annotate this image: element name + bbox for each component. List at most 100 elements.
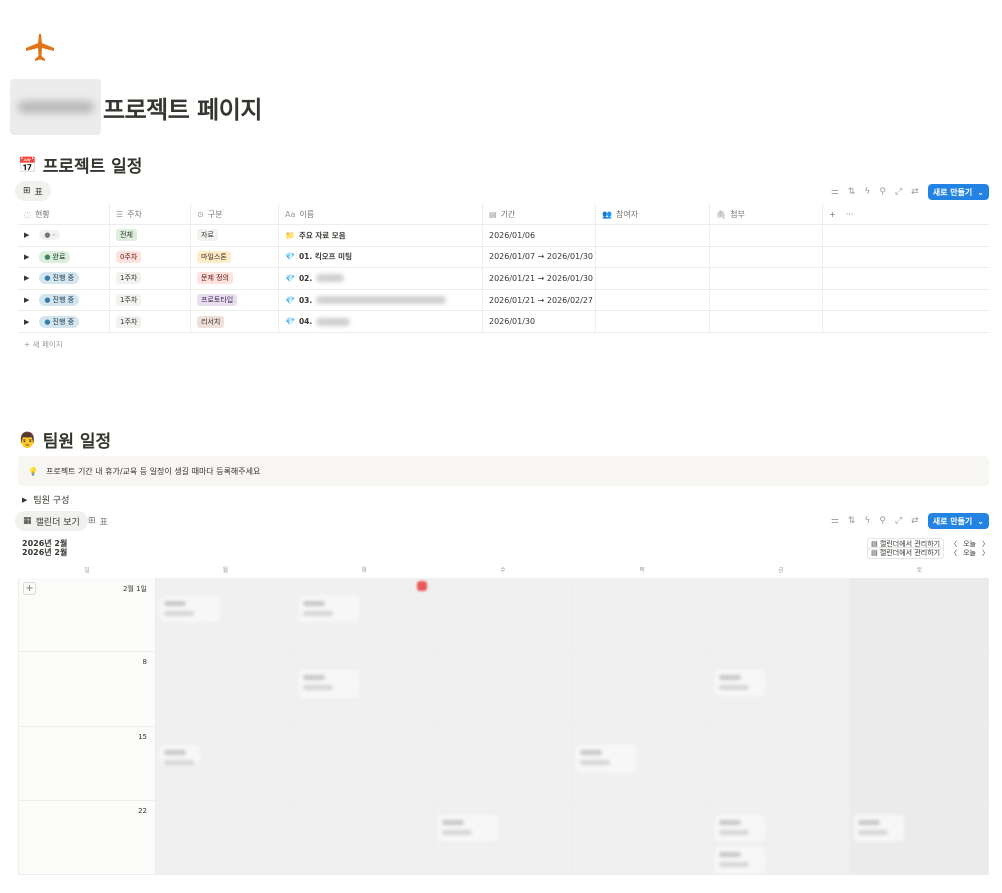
row-attach[interactable] xyxy=(710,289,823,311)
calendar-day[interactable] xyxy=(433,578,573,653)
add-event-button[interactable]: + xyxy=(23,582,36,595)
week-tag[interactable]: 1주차 xyxy=(116,272,142,285)
category-tag[interactable]: 문제 정의 xyxy=(197,272,233,285)
row-name[interactable]: 01. 킥오프 미팅 xyxy=(299,251,352,262)
sort-icon[interactable]: ⇅ xyxy=(848,516,856,526)
table-row[interactable]: ▶ ● 완료 0주차 마일스톤 💎 01. 킥오프 미팅 2026/01/07 → … xyxy=(18,246,989,269)
calendar-day[interactable] xyxy=(711,578,851,653)
toggle-triangle-icon[interactable]: ▶ xyxy=(22,496,27,504)
page-title[interactable]: 프로젝트 페이지 xyxy=(103,90,262,125)
tab-table[interactable]: ⊞ 표 xyxy=(15,181,51,201)
col-status[interactable]: ◌ 현황 xyxy=(18,204,110,224)
callout[interactable]: 💡 프로젝트 기간 내 휴가/교육 등 일정이 생길 때마다 등록해주세요 xyxy=(18,456,989,486)
event-card[interactable] xyxy=(715,814,766,841)
row-period[interactable]: 2026/01/21 → 2026/02/27 xyxy=(483,289,596,311)
row-period[interactable]: 2026/01/06 xyxy=(483,225,596,246)
status-badge[interactable]: ● 진행 중 xyxy=(39,315,80,328)
event-card[interactable] xyxy=(160,596,220,622)
table-row[interactable]: ▶ ● 진행 중 1주차 문제 정의 💎 02. 2026/01/21 → 2026… xyxy=(18,268,989,290)
calendar-day[interactable] xyxy=(850,726,989,801)
col-add[interactable]: + ··· xyxy=(823,204,989,224)
week-tag[interactable]: 0주차 xyxy=(116,250,142,263)
status-badge[interactable]: ● 진행 중 xyxy=(39,294,80,307)
event-card[interactable] xyxy=(298,670,359,699)
col-period[interactable]: ▤ 기간 xyxy=(483,204,596,224)
row-attach[interactable] xyxy=(710,268,823,289)
event-card[interactable] xyxy=(854,814,905,841)
week-tag[interactable]: 1주차 xyxy=(116,315,142,328)
col-week[interactable]: ☰ 주차 xyxy=(110,204,191,224)
table-row[interactable]: ▶ ● 진행 중 1주차 리서치 💎 04. 2026/01/30 xyxy=(18,311,989,333)
event-card[interactable] xyxy=(298,596,359,622)
calendar-day[interactable] xyxy=(294,652,434,727)
row-attach[interactable] xyxy=(710,246,823,268)
row-people[interactable] xyxy=(596,225,710,246)
calendar-day[interactable] xyxy=(711,726,851,801)
row-people[interactable] xyxy=(596,246,710,268)
calendar-day[interactable] xyxy=(572,578,712,653)
new-button[interactable]: 새로 만들기 ⌄ xyxy=(927,513,989,529)
calendar-day[interactable]: 15 xyxy=(18,726,156,801)
row-period[interactable]: 2026/01/07 → 2026/01/30 xyxy=(483,246,596,268)
calendar-day[interactable] xyxy=(156,726,295,801)
more-icon[interactable]: ··· xyxy=(846,210,854,219)
category-tag[interactable]: 프로토타입 xyxy=(197,294,238,307)
chevron-down-icon[interactable]: ⌄ xyxy=(977,188,984,197)
calendar-day[interactable] xyxy=(572,726,712,801)
event-card[interactable] xyxy=(437,814,498,841)
prev-icon[interactable]: 〈 xyxy=(950,548,957,558)
category-tag[interactable]: 리서치 xyxy=(197,315,225,328)
expand-icon[interactable]: ⤢ xyxy=(895,187,902,197)
row-period[interactable]: 2026/01/30 xyxy=(483,311,596,332)
category-tag[interactable]: 마일스톤 xyxy=(197,250,231,263)
calendar-day[interactable] xyxy=(294,578,434,653)
calendar-day[interactable]: 8 xyxy=(18,652,156,727)
automation-icon[interactable]: ϟ xyxy=(864,187,870,197)
calendar-day[interactable] xyxy=(572,652,712,727)
event-card[interactable] xyxy=(160,744,200,765)
calendar-day[interactable] xyxy=(433,726,573,801)
chevron-down-icon[interactable]: ⌄ xyxy=(977,517,984,526)
calendar-day[interactable]: 22 xyxy=(18,800,156,875)
row-name[interactable]: 03. xyxy=(299,296,312,305)
calendar-day[interactable] xyxy=(156,652,295,727)
filter-icon[interactable]: ⚌ xyxy=(831,187,839,197)
row-attach[interactable] xyxy=(710,225,823,246)
calendar-day[interactable] xyxy=(156,578,295,653)
manage-calendar-button[interactable]: ▤ 캘린더에서 관리하기 xyxy=(867,547,945,559)
automation-icon[interactable]: ϟ xyxy=(864,516,870,526)
settings-icon[interactable]: ⇄ xyxy=(911,516,919,526)
expand-triangle-icon[interactable]: ▶ xyxy=(24,253,29,261)
row-people[interactable] xyxy=(596,289,710,311)
calendar-day[interactable]: + 2월 1일 xyxy=(18,578,156,653)
row-period[interactable]: 2026/01/21 → 2026/01/30 xyxy=(483,268,596,289)
today-button[interactable]: 오늘 xyxy=(963,548,976,558)
toggle-team[interactable]: ▶ 팀원 구성 xyxy=(22,493,69,507)
status-badge[interactable]: ● - xyxy=(39,230,61,241)
col-people[interactable]: 👥 참여자 xyxy=(596,204,710,224)
row-name[interactable]: 04. xyxy=(299,317,312,326)
expand-triangle-icon[interactable]: ▶ xyxy=(24,231,29,239)
new-page-button[interactable]: + 새 페이지 xyxy=(24,339,63,350)
row-name[interactable]: 주요 자료 모음 xyxy=(299,230,346,241)
row-people[interactable] xyxy=(596,268,710,289)
next-icon[interactable]: 〉 xyxy=(982,548,989,558)
calendar-day[interactable] xyxy=(294,800,434,875)
search-icon[interactable]: ⚲ xyxy=(879,516,886,526)
row-name[interactable]: 02. xyxy=(299,274,312,283)
schedule-heading[interactable]: 📅 프로젝트 일정 xyxy=(18,152,142,178)
tab-team-table[interactable]: ⊞ 표 xyxy=(80,511,116,531)
calendar-day[interactable] xyxy=(433,800,573,875)
row-people[interactable] xyxy=(596,311,710,332)
calendar-day[interactable] xyxy=(711,652,851,727)
week-tag[interactable]: 전체 xyxy=(116,229,137,242)
col-name[interactable]: Aa 이름 xyxy=(279,204,483,224)
category-tag[interactable]: 자료 xyxy=(197,229,218,242)
calendar-day[interactable] xyxy=(572,800,712,875)
calendar-day[interactable] xyxy=(850,578,989,653)
event-card[interactable] xyxy=(715,670,766,697)
calendar-day[interactable] xyxy=(850,800,989,875)
event-card[interactable] xyxy=(576,744,637,773)
calendar-day[interactable] xyxy=(433,652,573,727)
airplane-icon[interactable] xyxy=(20,28,60,68)
